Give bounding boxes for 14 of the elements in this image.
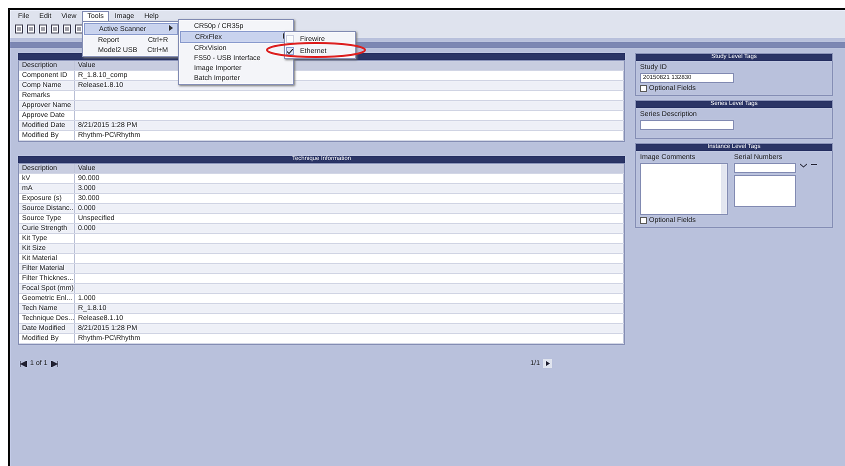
comments-text-area[interactable]	[640, 163, 728, 215]
next-button[interactable]	[543, 359, 552, 368]
document-icon[interactable]	[26, 24, 36, 34]
document-icon[interactable]	[74, 24, 84, 34]
last-page-icon[interactable]	[50, 360, 58, 366]
first-page-icon[interactable]	[20, 360, 27, 366]
checkbox[interactable]	[640, 85, 647, 92]
serial-number-field[interactable]	[734, 163, 796, 173]
checkbox[interactable]	[640, 217, 647, 224]
submenu-arrow-icon	[169, 25, 173, 31]
serial-number-list[interactable]	[734, 175, 796, 207]
series-description-field[interactable]	[640, 120, 734, 130]
minus-icon[interactable]	[811, 163, 817, 166]
document-icon[interactable]	[38, 24, 48, 34]
